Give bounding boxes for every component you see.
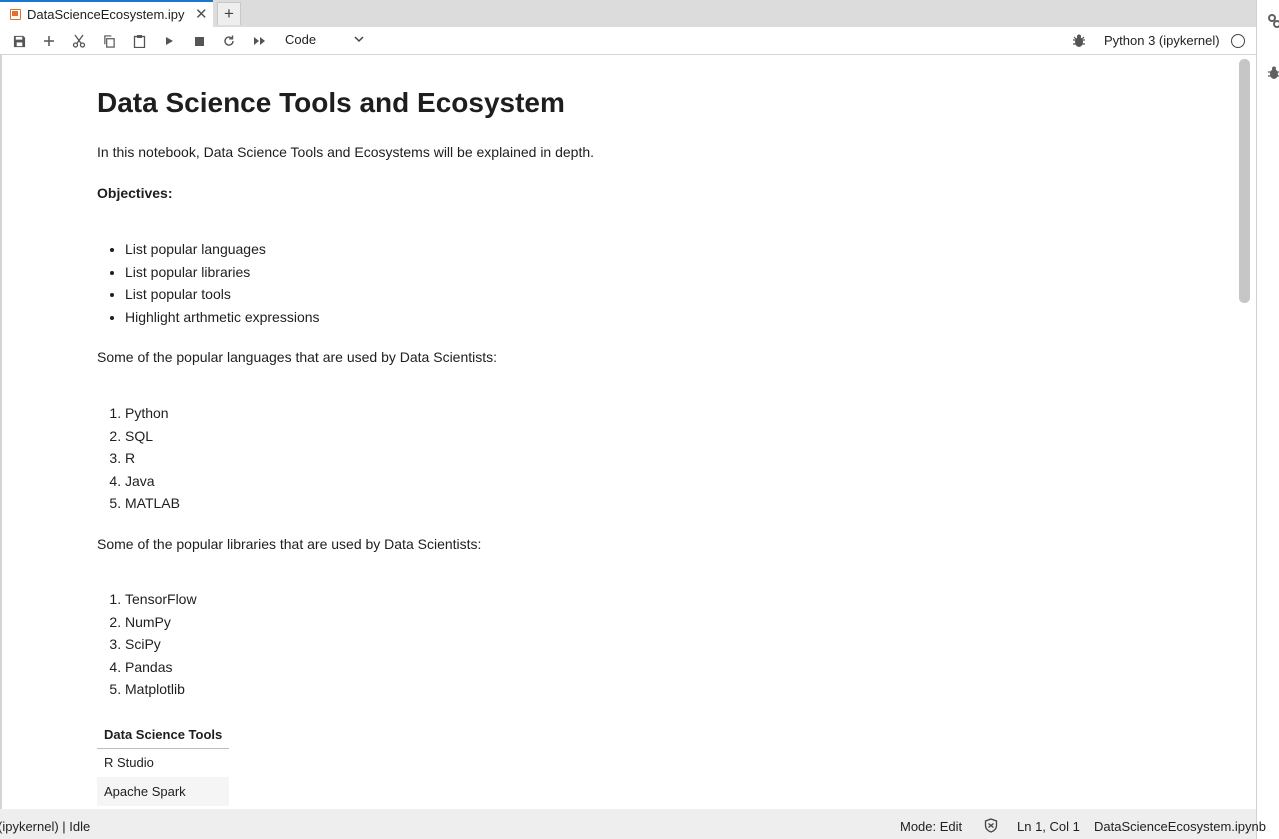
table-cell: Apache Spark [97,777,230,806]
list-item: List popular languages [125,238,320,261]
kernel-status-icon [1231,34,1245,48]
copy-button[interactable] [99,31,119,51]
list-item: R [125,447,180,470]
notebook-panel[interactable]: Data Science Tools and Ecosystem In this… [0,55,1256,809]
notebook-title: Data Science Tools and Ecosystem [97,87,565,118]
tab-label: DataScienceEcosystem.ipy [27,7,185,22]
run-button[interactable] [159,31,179,51]
trust-icon[interactable] [984,818,998,836]
vertical-scrollbar[interactable] [1239,59,1250,303]
list-item: Python [125,402,180,425]
list-item: Matplotlib [125,678,197,701]
jupyter-window: DataScienceEcosystem.ipy ✕ + Code Python… [0,0,1279,839]
paste-button[interactable] [129,31,149,51]
bug-icon[interactable] [1072,33,1086,53]
run-icon [166,37,173,45]
kernel-name[interactable]: Python 3 (ipykernel) [1104,33,1220,48]
list-item: TensorFlow [125,588,197,611]
tab-notebook[interactable]: DataScienceEcosystem.ipy ✕ [0,0,213,27]
objectives-list: List popular languages List popular libr… [97,238,320,328]
save-icon [13,35,25,47]
kernel-status-text[interactable]: (ipykernel) | Idle [0,819,90,834]
list-item: Java [125,470,180,493]
languages-list: Python SQL R Java MATLAB [97,402,180,515]
cell-type-select[interactable]: Code [285,32,364,47]
list-item: SQL [125,425,180,448]
cut-button[interactable] [69,31,89,51]
list-item: NumPy [125,611,197,634]
table-cell: R Studio [104,754,154,770]
cell-type-label: Code [285,32,317,47]
chevron-down-icon [354,34,364,46]
fast-forward-icon [253,37,265,45]
list-item: MATLAB [125,492,180,515]
restart-button[interactable] [219,31,239,51]
list-item: Highlight arthmetic expressions [125,306,320,329]
stop-icon [194,36,204,46]
run-all-button[interactable] [249,31,269,51]
table-row: Apache Spark [97,777,230,806]
file-name: DataScienceEcosystem.ipynb [1094,819,1266,834]
list-item: SciPy [125,633,197,656]
add-cell-icon [44,36,54,46]
cursor-position[interactable]: Ln 1, Col 1 [1017,819,1080,834]
list-item: Pandas [125,656,197,679]
save-button[interactable] [9,31,29,51]
table-row: R Studio [97,748,229,777]
notebook-toolbar: Code Python 3 (ipykernel) [0,27,1256,55]
libraries-list: TensorFlow NumPy SciPy Pandas Matplotlib [97,588,197,701]
objectives-label: Objectives: [97,185,173,201]
list-item: List popular tools [125,283,320,306]
mode-indicator: Mode: Edit [900,819,963,834]
tools-table: Data Science Tools R Studio Apache Spark [97,723,230,806]
libraries-intro: Some of the popular libraries that are u… [97,536,482,552]
status-bar: (ipykernel) | Idle Mode: Edit Ln 1, Col … [0,816,1266,839]
right-sidebar [1256,0,1279,839]
notebook-icon [10,9,21,20]
debugger-icon[interactable] [1267,65,1279,84]
cut-icon [72,34,86,48]
tab-bar: DataScienceEcosystem.ipy ✕ + [0,0,1256,27]
close-icon[interactable]: ✕ [195,7,208,22]
property-inspector-icon[interactable] [1267,13,1279,33]
stop-button[interactable] [189,31,209,51]
add-cell-button[interactable] [39,31,59,51]
languages-intro: Some of the popular languages that are u… [97,349,498,365]
table-header: Data Science Tools [97,723,230,749]
intro-text: In this notebook, Data Science Tools and… [97,144,595,160]
paste-icon [133,35,145,48]
restart-icon [224,35,234,46]
new-tab-button[interactable]: + [217,2,241,25]
list-item: List popular libraries [125,261,320,284]
copy-icon [103,34,115,48]
